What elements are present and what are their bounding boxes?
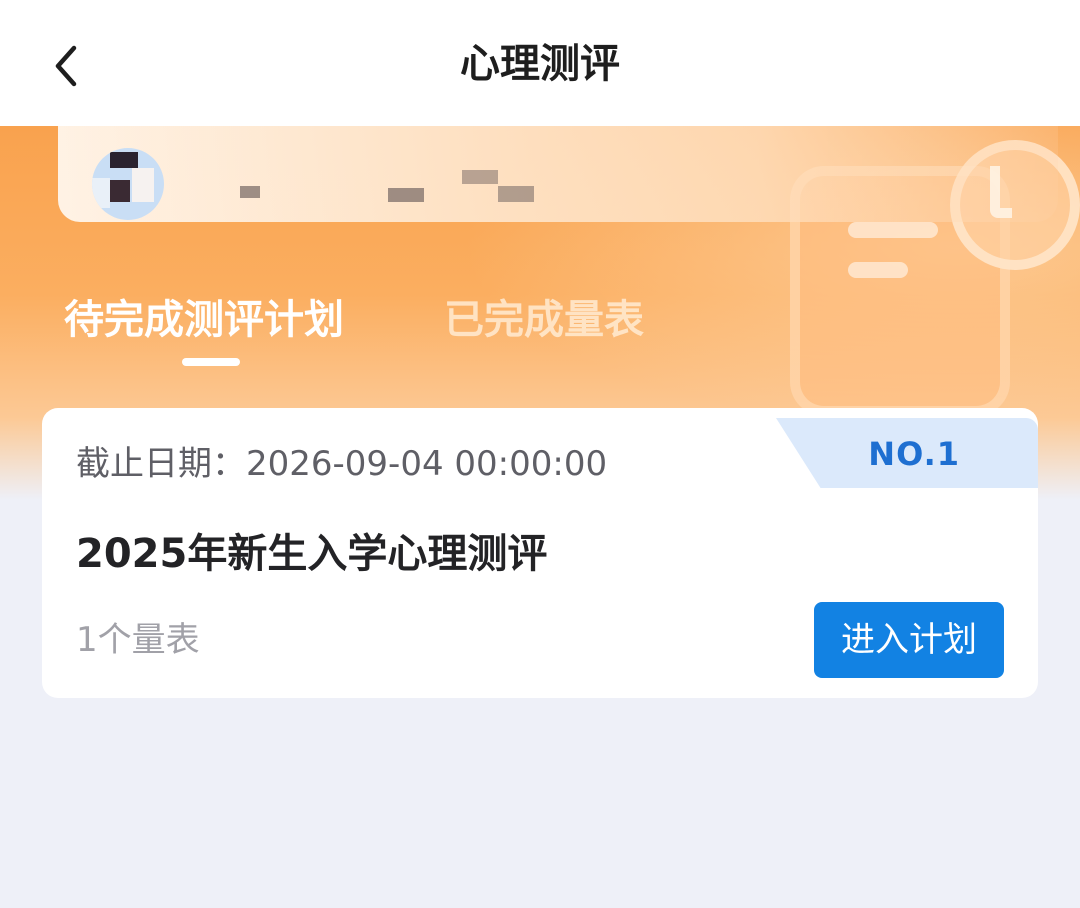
plan-card: NO.1 截止日期：2026-09-04 00:00:00 2025年新生入学心… [42, 408, 1038, 698]
redacted-info-block [498, 186, 534, 202]
enter-plan-button[interactable]: 进入计划 [814, 602, 1004, 678]
clock-hand-decoration [990, 166, 1012, 218]
user-info-banner [58, 126, 1058, 222]
scale-count: 1个量表 [76, 620, 200, 660]
clipboard-line-decoration [848, 222, 938, 238]
redacted-info-block [388, 188, 424, 202]
tab-completed-scales[interactable]: 已完成量表 [444, 290, 644, 350]
avatar [92, 148, 164, 220]
rank-label: NO.1 [868, 435, 960, 473]
top-navbar: 心理测评 [0, 0, 1080, 126]
clipboard-line-decoration [848, 262, 908, 278]
plan-title: 2025年新生入学心理测评 [76, 531, 548, 577]
redacted-name-block [240, 186, 260, 198]
tab-pending-plans[interactable]: 待完成测评计划 [64, 290, 344, 350]
active-tab-indicator [182, 358, 240, 366]
redacted-info-block [462, 170, 498, 184]
deadline-text: 截止日期：2026-09-04 00:00:00 [76, 444, 608, 484]
page-title: 心理测评 [460, 41, 620, 87]
